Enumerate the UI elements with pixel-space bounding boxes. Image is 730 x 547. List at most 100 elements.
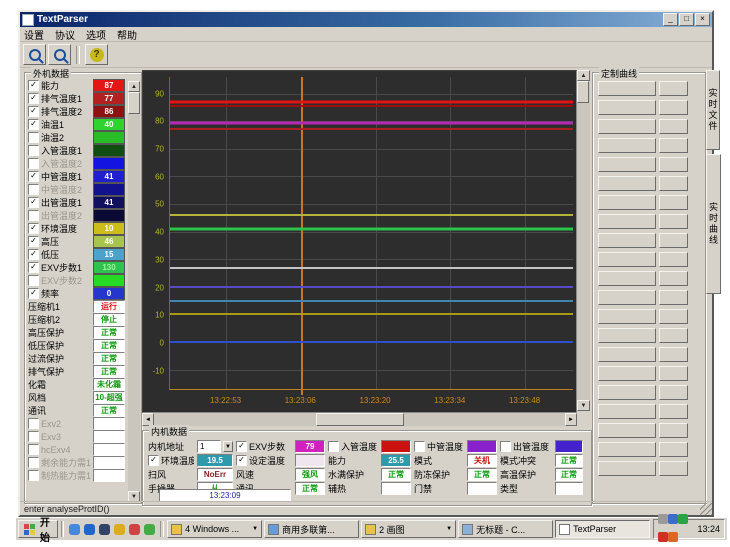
minimize-button[interactable]: _ bbox=[663, 13, 678, 26]
curve-button[interactable] bbox=[598, 328, 656, 343]
zoom-in-button[interactable] bbox=[23, 44, 46, 65]
sensor-checkbox[interactable]: ✓ bbox=[28, 171, 39, 182]
curve-button[interactable] bbox=[598, 119, 656, 134]
sensor-checkbox[interactable] bbox=[28, 145, 39, 156]
tray-icon-5[interactable] bbox=[668, 532, 678, 542]
curve-slot-button[interactable] bbox=[659, 119, 688, 134]
quick-launch-icon-6[interactable] bbox=[144, 524, 155, 535]
tray-icon-2[interactable] bbox=[668, 514, 678, 524]
menu-item[interactable]: 协议 bbox=[55, 27, 75, 42]
curve-button[interactable] bbox=[598, 366, 656, 381]
curve-slot-button[interactable] bbox=[659, 214, 688, 229]
curve-slot-button[interactable] bbox=[659, 100, 688, 115]
maximize-button[interactable]: □ bbox=[679, 13, 694, 26]
scroll-down-icon[interactable]: ▼ bbox=[577, 400, 590, 411]
curve-button[interactable] bbox=[598, 271, 656, 286]
curve-slot-button[interactable] bbox=[659, 404, 688, 419]
taskbar-button[interactable]: 无标题 - C... bbox=[458, 520, 553, 538]
sensor-checkbox[interactable]: ✓ bbox=[28, 106, 39, 117]
curve-button[interactable] bbox=[598, 233, 656, 248]
start-button[interactable]: 开始 bbox=[18, 520, 58, 538]
curve-button[interactable] bbox=[598, 176, 656, 191]
curve-slot-button[interactable] bbox=[659, 423, 688, 438]
curve-button[interactable] bbox=[598, 157, 656, 172]
curve-button[interactable] bbox=[598, 461, 656, 476]
extra-checkbox[interactable] bbox=[28, 431, 39, 442]
help-button[interactable]: ? bbox=[85, 44, 108, 65]
curve-button[interactable] bbox=[598, 385, 656, 400]
indoor-checkbox[interactable]: ✓ bbox=[236, 455, 247, 466]
resize-grip[interactable] bbox=[700, 503, 712, 515]
sensor-checkbox[interactable] bbox=[28, 275, 39, 286]
curve-slot-button[interactable] bbox=[659, 81, 688, 96]
curve-button[interactable] bbox=[598, 442, 656, 457]
chart-cursor[interactable] bbox=[301, 77, 303, 395]
taskbar-button[interactable]: 2 画图▼ bbox=[361, 520, 456, 538]
curve-button[interactable] bbox=[598, 138, 656, 153]
quick-launch-icon-5[interactable] bbox=[129, 524, 140, 535]
trend-chart[interactable]: 9080706050403020100-10 13:22:5313:23:061… bbox=[142, 70, 577, 413]
indoor-checkbox[interactable]: ✓ bbox=[148, 455, 159, 466]
curve-button[interactable] bbox=[598, 404, 656, 419]
sensor-checkbox[interactable]: ✓ bbox=[28, 80, 39, 91]
sensor-checkbox[interactable]: ✓ bbox=[28, 119, 39, 130]
side-tab[interactable]: 实时曲线 bbox=[706, 154, 721, 294]
close-button[interactable]: × bbox=[695, 13, 710, 26]
side-tab[interactable]: 实时文件 bbox=[706, 70, 720, 150]
sensor-checkbox[interactable] bbox=[28, 184, 39, 195]
curve-slot-button[interactable] bbox=[659, 195, 688, 210]
scroll-right-icon[interactable]: ► bbox=[565, 413, 577, 426]
curve-slot-button[interactable] bbox=[659, 328, 688, 343]
sensor-checkbox[interactable]: ✓ bbox=[28, 197, 39, 208]
curve-slot-button[interactable] bbox=[659, 233, 688, 248]
curve-button[interactable] bbox=[598, 347, 656, 362]
curve-slot-button[interactable] bbox=[659, 271, 688, 286]
sensor-checkbox[interactable] bbox=[28, 158, 39, 169]
sensor-checkbox[interactable]: ✓ bbox=[28, 236, 39, 247]
indoor-checkbox[interactable]: ✓ bbox=[236, 441, 247, 452]
curve-slot-button[interactable] bbox=[659, 442, 688, 457]
sensor-checkbox[interactable]: ✓ bbox=[28, 249, 39, 260]
extra-checkbox[interactable] bbox=[28, 418, 39, 429]
curve-slot-button[interactable] bbox=[659, 347, 688, 362]
extra-checkbox[interactable] bbox=[28, 470, 39, 481]
scrollbar-thumb[interactable] bbox=[128, 92, 140, 114]
scroll-up-icon[interactable]: ▲ bbox=[577, 70, 590, 81]
curve-slot-button[interactable] bbox=[659, 309, 688, 324]
dropdown-arrow-icon[interactable]: ▼ bbox=[223, 441, 233, 452]
sensor-checkbox[interactable]: ✓ bbox=[28, 223, 39, 234]
zoom-out-button[interactable] bbox=[48, 44, 71, 65]
quick-launch-icon-3[interactable] bbox=[99, 524, 110, 535]
tray-icon-1[interactable] bbox=[658, 514, 668, 524]
curve-button[interactable] bbox=[598, 81, 656, 96]
curve-slot-button[interactable] bbox=[659, 138, 688, 153]
sensor-checkbox[interactable]: ✓ bbox=[28, 288, 39, 299]
curve-slot-button[interactable] bbox=[659, 290, 688, 305]
indoor-checkbox[interactable] bbox=[500, 441, 511, 452]
sensor-checkbox[interactable] bbox=[28, 132, 39, 143]
chart-vertical-scrollbar[interactable]: ▲ ▼ bbox=[577, 70, 590, 411]
titlebar[interactable]: TextParser _ □ × bbox=[20, 12, 712, 27]
tray-icon-3[interactable] bbox=[678, 514, 688, 524]
curve-button[interactable] bbox=[598, 214, 656, 229]
indoor-checkbox[interactable] bbox=[414, 441, 425, 452]
taskbar-button[interactable]: TextParser bbox=[555, 520, 650, 538]
outdoor-scrollbar[interactable]: ▲ ▼ bbox=[128, 81, 140, 502]
curve-button[interactable] bbox=[598, 100, 656, 115]
taskbar-button[interactable]: 4 Windows ...▼ bbox=[167, 520, 262, 538]
curve-slot-button[interactable] bbox=[659, 461, 688, 476]
menu-item[interactable]: 选项 bbox=[86, 27, 106, 42]
quick-launch-icon-1[interactable] bbox=[69, 524, 80, 535]
curve-slot-button[interactable] bbox=[659, 157, 688, 172]
indoor-checkbox[interactable] bbox=[328, 441, 339, 452]
curve-button[interactable] bbox=[598, 309, 656, 324]
scrollbar-thumb[interactable] bbox=[577, 81, 589, 103]
chart-horizontal-scrollbar[interactable]: ◄ ► bbox=[142, 413, 577, 426]
sensor-checkbox[interactable] bbox=[28, 210, 39, 221]
sensor-checkbox[interactable]: ✓ bbox=[28, 262, 39, 273]
menu-item[interactable]: 帮助 bbox=[117, 27, 137, 42]
quick-launch-icon-4[interactable] bbox=[114, 524, 125, 535]
extra-checkbox[interactable] bbox=[28, 457, 39, 468]
curve-slot-button[interactable] bbox=[659, 252, 688, 267]
taskbar-button[interactable]: 商用多联第... bbox=[264, 520, 359, 538]
